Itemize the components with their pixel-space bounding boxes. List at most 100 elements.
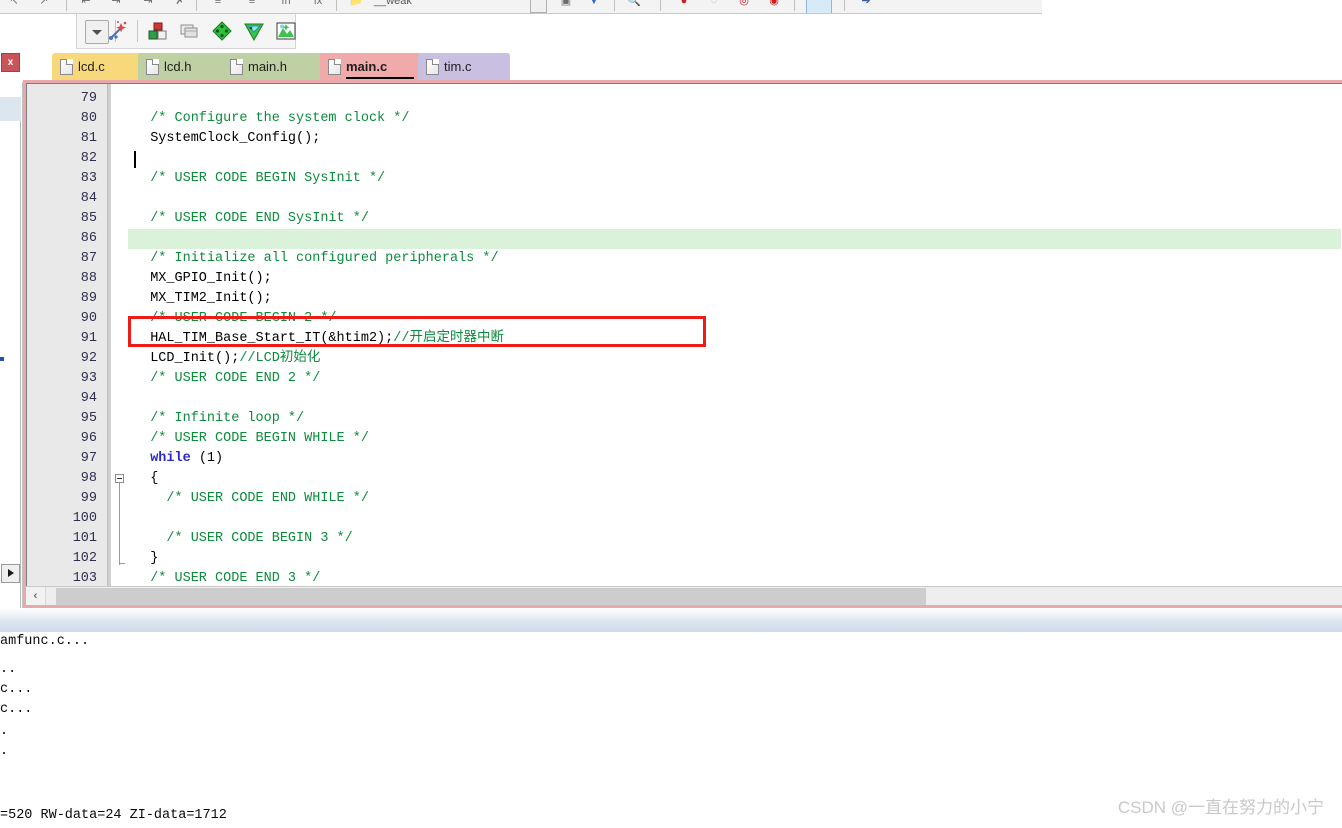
code-token: /* USER CODE BEGIN WHILE */ xyxy=(134,431,369,446)
editor-tab-label: lcd.h xyxy=(164,59,192,74)
line-number: 101 xyxy=(72,531,97,546)
toolbar-separator xyxy=(794,0,795,11)
build-toolbar xyxy=(76,14,296,49)
line-number: 86 xyxy=(80,231,97,246)
batch-build-icon[interactable] xyxy=(211,20,233,42)
scroll-right-button[interactable] xyxy=(1,564,20,583)
editor-tab-lcd-h[interactable]: lcd.h xyxy=(138,53,228,81)
document-icon xyxy=(426,59,439,75)
line-number: 99 xyxy=(80,491,97,506)
scroll-left-button[interactable]: ‹ xyxy=(26,587,46,606)
code-line[interactable]: /* USER CODE BEGIN SysInit */ xyxy=(134,169,385,189)
current-line-highlight xyxy=(128,229,1341,249)
document-icon xyxy=(60,59,73,75)
code-line[interactable]: /* USER CODE BEGIN 2 */ xyxy=(134,309,337,329)
target-combo-dropdown[interactable] xyxy=(85,20,109,44)
code-line[interactable]: } xyxy=(134,549,158,569)
csdn-watermark: CSDN @一直在努力的小宁 xyxy=(1117,798,1324,817)
code-line[interactable]: /* USER CODE END SysInit */ xyxy=(134,209,369,229)
build-output-line: amfunc.c... xyxy=(0,634,90,649)
code-line[interactable]: { xyxy=(134,469,158,489)
breakpoint-kill-all-icon[interactable]: ◉ xyxy=(766,0,782,9)
build-output-line: c... xyxy=(0,682,33,697)
chevron-down-icon[interactable]: ▼ xyxy=(586,0,602,9)
code-line[interactable]: /* Initialize all configured peripherals… xyxy=(134,249,498,269)
editor-tab-label: tim.c xyxy=(444,59,472,74)
line-number: 95 xyxy=(80,411,97,426)
editor-tab-label: lcd.c xyxy=(78,59,105,74)
undo-arrow-icon[interactable]: ↖ xyxy=(6,0,22,9)
editor-tab-main-c[interactable]: main.c xyxy=(320,53,422,81)
build-target-icon[interactable] xyxy=(147,20,169,42)
code-token: MX_GPIO_Init(); xyxy=(134,271,272,286)
code-editor[interactable]: 79 80 81 82 83 84 85 86 87 88 89 90 91 92 93 94 95 96 97 98… xyxy=(26,83,1342,605)
toolbar-separator xyxy=(66,0,67,11)
toolbar-separator xyxy=(660,0,661,11)
editor-tab-tim-c[interactable]: tim.c xyxy=(418,53,510,81)
left-dock-content xyxy=(0,121,21,623)
configuration-wizard-icon[interactable] xyxy=(107,20,129,42)
code-folding-column[interactable] xyxy=(111,84,128,605)
camera-icon[interactable]: ▣ xyxy=(558,0,574,9)
scrollbar-thumb[interactable] xyxy=(56,588,926,605)
left-dock-marker xyxy=(0,357,4,361)
line-number: 81 xyxy=(80,131,97,146)
code-line[interactable]: MX_GPIO_Init(); xyxy=(134,269,272,289)
code-token: /* USER CODE BEGIN 2 */ xyxy=(134,311,337,326)
code-fold-toggle[interactable] xyxy=(115,474,124,483)
pane-splitter[interactable] xyxy=(0,608,1342,633)
editor-horizontal-scrollbar[interactable]: ‹ xyxy=(26,586,1342,606)
code-line[interactable]: /* Infinite loop */ xyxy=(134,409,304,429)
code-line[interactable]: /* USER CODE END 2 */ xyxy=(134,369,320,389)
line-number: 79 xyxy=(80,91,97,106)
download-to-flash-icon[interactable] xyxy=(243,20,265,42)
line-number: 97 xyxy=(80,451,97,466)
code-line[interactable]: LCD_Init();//LCD初始化 xyxy=(134,349,320,369)
editor-tab-bar: lcd.c lcd.h main.h main.c tim.c xyxy=(22,49,1342,82)
outdent-icon[interactable]: ≡ xyxy=(210,0,226,9)
code-line[interactable]: /* USER CODE END WHILE */ xyxy=(134,489,369,509)
code-line[interactable]: /* USER CODE BEGIN WHILE */ xyxy=(134,429,369,449)
code-line[interactable]: MX_TIM2_Init(); xyxy=(134,289,272,309)
redo-arrow-icon[interactable]: ↗ xyxy=(36,0,52,9)
code-fold-end-marker xyxy=(119,563,125,564)
manage-project-items-icon[interactable] xyxy=(275,20,297,42)
code-line[interactable]: SystemClock_Config(); xyxy=(134,129,320,149)
pointer-select-icon[interactable]: ➔ xyxy=(858,0,874,9)
code-line[interactable]: HAL_TIM_Base_Start_IT(&htim2);//开启定时器中断 xyxy=(134,329,504,349)
build-output-line: =520 RW-data=24 ZI-data=1712 xyxy=(0,808,227,823)
indent-more-icon[interactable]: ≡ xyxy=(244,0,260,9)
toolbar-dropdown-button[interactable] xyxy=(530,0,547,13)
code-token: /* USER CODE END 2 */ xyxy=(134,371,321,386)
left-dock-footer xyxy=(0,585,20,607)
function-next-icon[interactable]: fx xyxy=(310,0,326,9)
code-line[interactable]: /* Configure the system clock */ xyxy=(134,109,409,129)
line-number: 90 xyxy=(80,311,97,326)
editor-tab-lcd-c[interactable]: lcd.c xyxy=(52,53,146,81)
close-panel-button[interactable]: x xyxy=(1,53,20,72)
function-prev-icon[interactable]: fn xyxy=(278,0,294,9)
comment-block-icon[interactable]: ⇥ xyxy=(108,0,124,9)
rebuild-all-icon[interactable] xyxy=(179,20,201,42)
code-token: (1) xyxy=(190,451,224,466)
breakpoint-disable-icon[interactable]: ○ xyxy=(706,0,722,9)
left-dock-titlebar xyxy=(0,97,21,121)
line-number: 89 xyxy=(80,291,97,306)
magnifier-icon[interactable]: 🔍 xyxy=(626,0,642,9)
line-number: 83 xyxy=(80,171,97,186)
indent-icon[interactable]: ⇤ xyxy=(78,0,94,9)
toggle-panel-button[interactable] xyxy=(806,0,832,13)
breakpoint-insert-icon[interactable]: ● xyxy=(676,0,692,9)
clear-bookmarks-icon[interactable]: ✗ xyxy=(172,0,188,9)
code-token: } xyxy=(134,551,159,566)
code-line[interactable]: /* USER CODE BEGIN 3 */ xyxy=(134,529,352,549)
uncomment-block-icon[interactable]: ⇥ xyxy=(140,0,156,9)
code-text-area[interactable]: /* Configure the system clock */ SystemC… xyxy=(128,84,1342,605)
code-line[interactable]: while (1) xyxy=(134,449,223,469)
top-toolbar-clipped: ↖ ↗ ⇤ ⇥ ⇥ ✗ ≡ ≡ fn fx 📁 __weak ▣ ▼ 🔍 ● ○… xyxy=(0,0,1042,14)
folder-open-icon[interactable]: 📁 xyxy=(348,0,364,9)
breakpoint-clear-icon[interactable]: ◎ xyxy=(736,0,752,9)
editor-tab-main-h[interactable]: main.h xyxy=(222,53,328,81)
line-number-gutter: 79 80 81 82 83 84 85 86 87 88 89 90 91 92 93 94 95 96 97 98… xyxy=(27,84,107,605)
code-token: MX_TIM2_Init(); xyxy=(134,291,272,306)
